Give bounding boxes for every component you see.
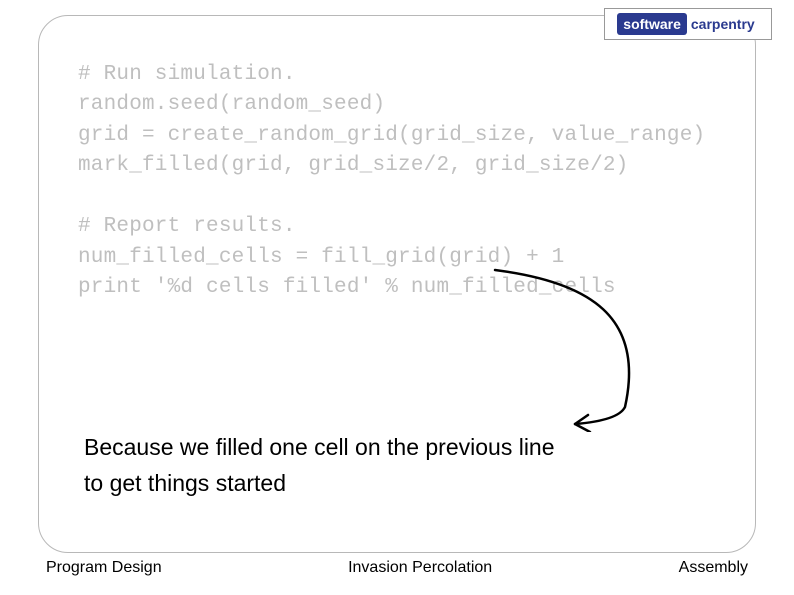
- logo-left: software: [617, 13, 687, 35]
- code-line: num_filled_cells = fill_grid(grid) + 1: [78, 246, 564, 269]
- footer-center: Invasion Percolation: [348, 559, 492, 577]
- slide-footer: Program Design Invasion Percolation Asse…: [0, 559, 794, 577]
- code-line: print '%d cells filled' % num_filled_cel…: [78, 276, 616, 299]
- annotation-text: Because we filled one cell on the previo…: [84, 430, 555, 501]
- code-line: mark_filled(grid, grid_size/2, grid_size…: [78, 154, 629, 177]
- footer-left: Program Design: [46, 559, 162, 577]
- code-block: # Run simulation. random.seed(random_see…: [78, 60, 705, 304]
- footer-right: Assembly: [679, 559, 748, 577]
- logo-right: carpentry: [687, 13, 759, 35]
- annotation-line: to get things started: [84, 466, 555, 502]
- annotation-line: Because we filled one cell on the previo…: [84, 430, 555, 466]
- code-line: # Run simulation.: [78, 63, 296, 86]
- logo-main: software carpentry: [617, 13, 758, 35]
- software-carpentry-logo: software carpentry: [604, 8, 772, 40]
- code-line: # Report results.: [78, 215, 296, 238]
- code-line: grid = create_random_grid(grid_size, val…: [78, 124, 705, 147]
- code-line: random.seed(random_seed): [78, 93, 385, 116]
